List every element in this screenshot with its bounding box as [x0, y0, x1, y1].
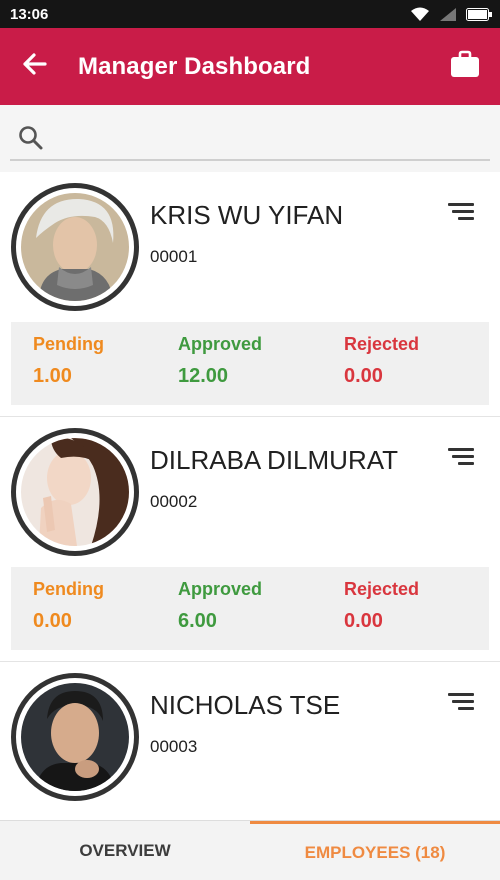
employee-card[interactable]: DILRABA DILMURAT 00002 Pending 0.00 Appr…: [0, 417, 500, 662]
briefcase-button[interactable]: [430, 28, 500, 105]
page-title: Manager Dashboard: [78, 52, 311, 80]
tab-employees[interactable]: EMPLOYEES (18): [250, 821, 500, 880]
stat-value: 6.00: [178, 610, 217, 632]
status-bar: 13:06: [0, 0, 500, 28]
briefcase-icon: [450, 50, 480, 83]
employee-name: KRIS WU YIFAN: [150, 200, 344, 230]
signal-icon: [439, 7, 457, 21]
avatar: [21, 438, 129, 546]
sort-menu-icon[interactable]: [444, 200, 478, 226]
avatar-frame: [11, 183, 139, 311]
stat-value: 12.00: [178, 365, 229, 387]
employee-id: 00003: [150, 737, 198, 756]
stat-label: Rejected: [344, 579, 420, 599]
stat-label: Pending: [33, 334, 104, 354]
sort-menu-icon[interactable]: [444, 690, 478, 716]
app-bar: Manager Dashboard: [0, 28, 500, 105]
wifi-icon: [410, 6, 430, 22]
bottom-nav: OVERVIEW EMPLOYEES (18): [0, 820, 500, 880]
search-underline: [10, 159, 490, 161]
avatar-frame: [11, 673, 139, 801]
employee-list[interactable]: KRIS WU YIFAN 00001 Pending 1.00 Approve…: [0, 172, 500, 820]
avatar-frame: [11, 428, 139, 556]
avatar: [21, 193, 129, 301]
employee-id: 00001: [150, 247, 198, 266]
stat-value: 0.00: [344, 610, 383, 632]
stat-value: 1.00: [33, 365, 72, 387]
stat-label: Approved: [178, 579, 263, 599]
employee-card[interactable]: KRIS WU YIFAN 00001 Pending 1.00 Approve…: [0, 172, 500, 417]
stat-value: 0.00: [344, 365, 383, 387]
employee-name: NICHOLAS TSE: [150, 690, 341, 720]
sort-menu-icon[interactable]: [444, 445, 478, 471]
stat-value: 0.00: [33, 610, 72, 632]
stat-label: Approved: [178, 334, 263, 354]
search-icon: [18, 125, 44, 156]
tab-overview[interactable]: OVERVIEW: [0, 821, 250, 880]
stat-label: Rejected: [344, 334, 420, 354]
status-time: 13:06: [10, 5, 49, 23]
search-input[interactable]: [54, 119, 484, 159]
employee-name: DILRABA DILMURAT: [150, 445, 399, 475]
employee-card[interactable]: NICHOLAS TSE 00003: [0, 662, 500, 820]
back-button[interactable]: [0, 28, 68, 105]
battery-icon: [466, 7, 492, 21]
arrow-left-icon: [21, 52, 47, 81]
search-bar: [0, 105, 500, 172]
leave-stats: Pending 0.00 Approved 6.00 Rejected 0.00: [11, 567, 489, 650]
stat-label: Pending: [33, 579, 104, 599]
employee-id: 00002: [150, 492, 198, 511]
leave-stats: Pending 1.00 Approved 12.00 Rejected 0.0…: [11, 322, 489, 405]
avatar: [21, 683, 129, 791]
